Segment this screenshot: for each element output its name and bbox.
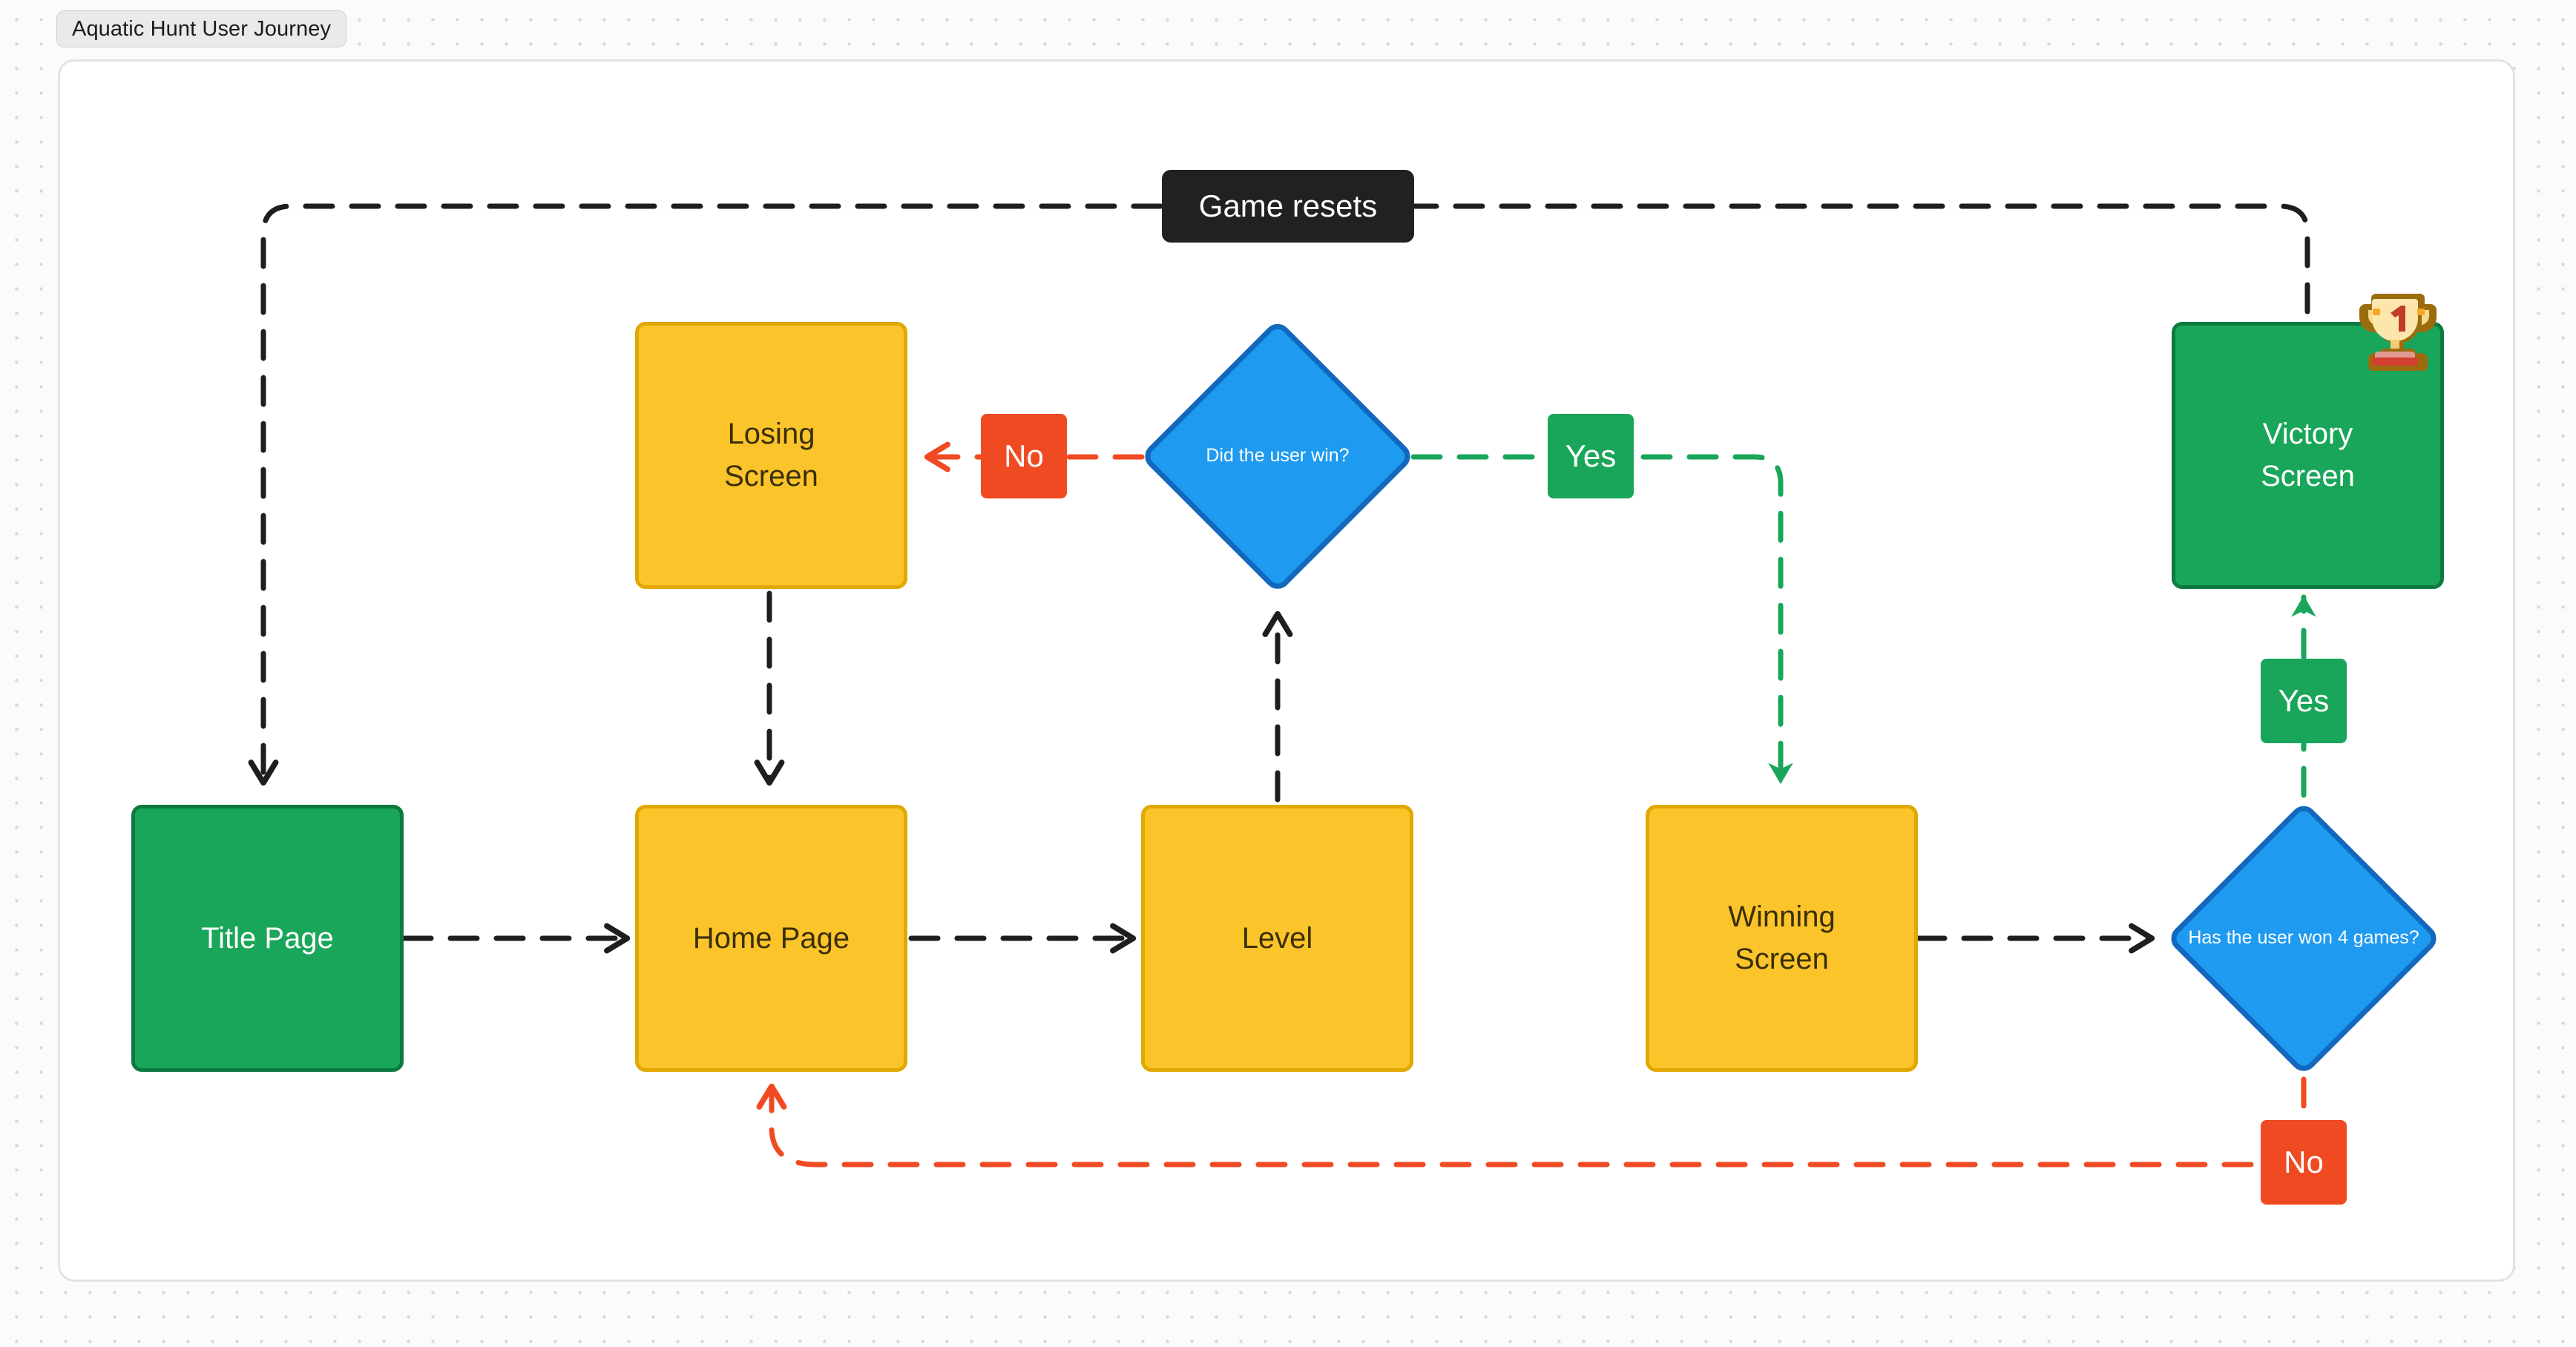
edge-label-yes-win[interactable]: Yes [1548, 414, 1634, 498]
edge-label-yes-win-text: Yes [1565, 438, 1617, 473]
node-home-page[interactable]: Home Page [635, 805, 907, 1072]
node-level[interactable]: Level [1141, 805, 1413, 1072]
node-losing-screen-line-1: Screen [724, 460, 818, 493]
edge-label-yes-victory[interactable]: Yes [2261, 659, 2347, 743]
node-won-4-games-label: Has the user won 4 games? [2188, 923, 2419, 953]
edge-label-game-resets-text: Game resets [1198, 188, 1378, 223]
node-victory-screen-line-0: Victory [2262, 418, 2353, 451]
node-winning-screen[interactable]: Winning Screen [1646, 805, 1918, 1072]
node-did-user-win[interactable]: Did the user win? [1140, 318, 1416, 594]
diagram-canvas[interactable] [58, 59, 2515, 1282]
node-losing-screen-line-0: Losing [727, 418, 815, 451]
node-won-4-games-line-1: user won [2257, 927, 2333, 949]
diagram-page: Aquatic Hunt User Journey Title Page Hom… [0, 0, 2576, 1347]
edge-label-no-lose[interactable]: No [981, 414, 1067, 498]
node-did-user-win-label: Did the user win? [1206, 441, 1349, 471]
node-won-4-games[interactable]: Has the user won 4 games? [2166, 800, 2442, 1076]
node-title-page-line-0: Title Page [201, 921, 334, 955]
node-winning-screen-line-1: Screen [1735, 943, 1829, 975]
edge-label-no-lose-text: No [1004, 438, 1044, 473]
edge-label-game-resets[interactable]: Game resets [1162, 170, 1414, 243]
node-won-4-games-line-0: Has the [2188, 927, 2253, 949]
diagram-title-label: Aquatic Hunt User Journey [72, 16, 332, 41]
node-did-user-win-line-1: user win? [1269, 445, 1350, 467]
node-winning-screen-line-0: Winning [1728, 900, 1836, 934]
node-won-4-games-line-2: 4 games? [2337, 927, 2419, 949]
node-victory-screen[interactable]: Victory Screen [2172, 322, 2444, 589]
edge-label-yes-victory-text: Yes [2278, 683, 2330, 718]
node-level-line-0: Level [1241, 921, 1313, 955]
node-title-page[interactable]: Title Page [131, 805, 404, 1072]
diagram-title-tab[interactable]: Aquatic Hunt User Journey [56, 10, 347, 47]
node-losing-screen[interactable]: Losing Screen [635, 322, 907, 589]
edge-label-no-replay[interactable]: No [2261, 1120, 2347, 1205]
node-did-user-win-line-0: Did the [1206, 445, 1265, 467]
node-victory-screen-line-1: Screen [2261, 460, 2355, 493]
edge-label-no-replay-text: No [2284, 1145, 2324, 1179]
node-home-page-line-0: Home Page [692, 921, 850, 955]
